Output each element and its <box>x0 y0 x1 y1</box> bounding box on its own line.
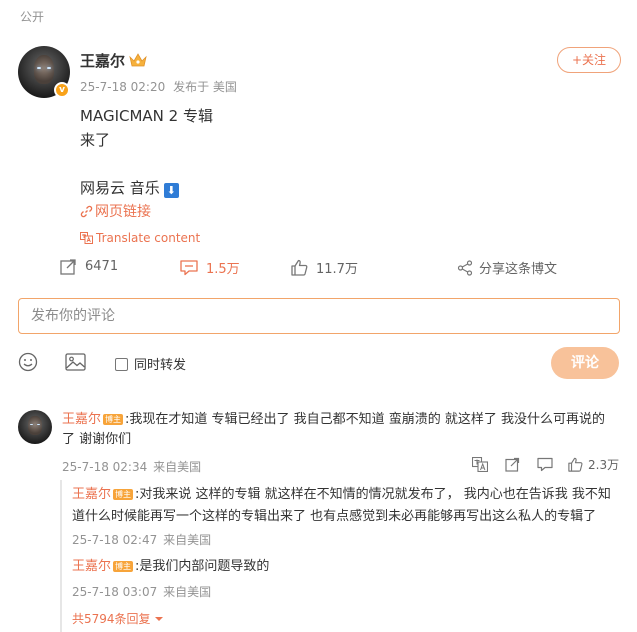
translate-label[interactable]: Translate content <box>96 231 200 245</box>
repost-checkbox-label: 同时转发 <box>134 358 187 373</box>
download-icon: ⬇ <box>163 183 179 198</box>
repost-checkbox[interactable]: 同时转发 <box>115 354 186 373</box>
comment-timestamp: 25-7-18 02:34 <box>62 460 148 474</box>
comment-button[interactable]: 1.5万 <box>180 258 240 277</box>
image-icon <box>65 353 86 371</box>
emoji-icon <box>18 352 38 372</box>
share-button[interactable]: 分享这条博文 <box>457 258 557 277</box>
visibility-label: 公开 <box>20 10 45 24</box>
comment-translate-button[interactable] <box>471 456 489 476</box>
thumbs-up-icon <box>291 259 308 276</box>
repost-count: 6471 <box>85 259 119 274</box>
thumbs-up-icon <box>568 457 583 472</box>
verified-icon: v <box>54 82 70 98</box>
post-content-line-2: 来了 <box>80 131 111 149</box>
repost-icon <box>60 259 76 275</box>
post-content-line-3: 网易云 音乐 ⬇ <box>80 177 179 198</box>
post-timestamp[interactable]: 25-7-18 02:20 <box>80 80 165 94</box>
more-replies-link[interactable]: 共5794条回复 <box>72 610 164 627</box>
reply-author-2[interactable]: 王嘉尔 <box>72 559 111 574</box>
web-link[interactable]: 网页链接 <box>80 201 151 221</box>
reply-location-2: 来自美国 <box>163 585 212 599</box>
reply-meta-1: 25-7-18 02:47 来自美国 <box>72 531 211 548</box>
post-content-text: 网易云 音乐 <box>80 179 160 197</box>
image-button[interactable] <box>65 352 86 376</box>
reply-meta-2: 25-7-18 03:07 来自美国 <box>72 583 211 600</box>
translate-link[interactable]: Translate content <box>80 231 200 245</box>
repost-icon <box>505 457 520 472</box>
reply-timestamp-2: 25-7-18 03:07 <box>72 585 158 599</box>
post-source: 发布于 美国 <box>173 80 237 94</box>
share-icon <box>457 259 473 276</box>
reply-body-2: 王嘉尔 博主:是我们内部问题导致的 <box>72 557 622 577</box>
submit-comment-button[interactable]: 评论 <box>551 347 619 379</box>
reply-badge-1: 博主 <box>113 489 134 500</box>
checkbox-box[interactable] <box>115 358 128 371</box>
comment-author[interactable]: 王嘉尔 <box>62 412 101 427</box>
follow-button[interactable]: +关注 <box>557 47 621 73</box>
translate-icon <box>471 456 489 473</box>
repost-button[interactable]: 6471 <box>60 258 118 275</box>
reply-body-1: 王嘉尔 博主:对我来说 这样的专辑 就这样在不知情的情况就发布了， 我内心也在告诉… <box>72 484 622 528</box>
share-label: 分享这条博文 <box>479 262 558 277</box>
reply-author-1[interactable]: 王嘉尔 <box>72 487 111 502</box>
web-link-label[interactable]: 网页链接 <box>95 201 151 221</box>
comment-icon <box>180 260 198 276</box>
comment-location: 来自美国 <box>153 460 202 474</box>
crown-icon <box>129 53 147 67</box>
reply-text-1: :对我来说 这样的专辑 就这样在不知情的情况就发布了， 我内心也在告诉我 我不知… <box>72 487 611 524</box>
link-icon <box>80 205 93 217</box>
comment-reply-button[interactable] <box>537 457 553 476</box>
more-replies-label[interactable]: 共5794条回复 <box>72 610 151 627</box>
translate-icon <box>80 232 93 244</box>
post-content-line-1: MAGICMAN 2 专辑 <box>80 107 213 125</box>
comment-like-button[interactable]: 2.3万 <box>568 456 619 473</box>
author-badge: 博主 <box>103 414 124 425</box>
comment-text: :我现在才知道 专辑已经出了 我自己都不知道 蛮崩溃的 就这样了 我没什么可再说… <box>62 412 606 447</box>
reply-badge-2: 博主 <box>113 561 134 572</box>
comment-avatar[interactable] <box>18 410 52 444</box>
chevron-down-icon <box>154 616 163 621</box>
emoji-button[interactable] <box>18 352 38 376</box>
reply-location-1: 来自美国 <box>163 533 212 547</box>
reply-timestamp-1: 25-7-18 02:47 <box>72 533 158 547</box>
like-count: 11.7万 <box>316 262 358 277</box>
post-meta: 25-7-18 02:20 发布于 美国 <box>80 78 237 95</box>
author-name-text[interactable]: 王嘉尔 <box>80 52 125 70</box>
like-button[interactable]: 11.7万 <box>291 258 358 277</box>
comment-like-count: 2.3万 <box>588 458 620 472</box>
reply-icon <box>537 457 553 472</box>
comment-repost-button[interactable] <box>505 457 520 476</box>
comment-meta: 25-7-18 02:34 来自美国 <box>62 458 201 475</box>
comment-body: 王嘉尔 博主:我现在才知道 专辑已经出了 我自己都不知道 蛮崩溃的 就这样了 我没… <box>62 410 618 450</box>
comment-count: 1.5万 <box>206 262 240 277</box>
reply-text-2: :是我们内部问题导致的 <box>135 559 270 574</box>
author-name[interactable]: 王嘉尔 <box>80 50 147 71</box>
comment-input[interactable] <box>18 298 620 334</box>
